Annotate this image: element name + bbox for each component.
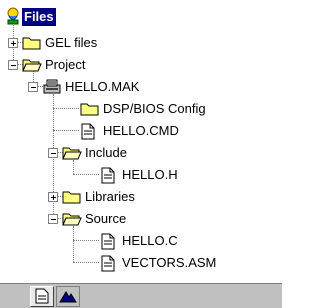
project-file-icon xyxy=(42,79,62,98)
tree-item-label: Include xyxy=(85,145,127,160)
view-tab-bar xyxy=(0,283,282,308)
tree-item-hello-c[interactable]: HELLO.C xyxy=(0,232,240,254)
tree-item-hello-cmd[interactable]: HELLO.CMD xyxy=(0,122,240,144)
collapse-toggle[interactable] xyxy=(8,60,18,70)
tree-item-project[interactable]: Project xyxy=(0,56,200,78)
file-view-tab-icon xyxy=(35,288,49,307)
folder-icon xyxy=(62,189,82,208)
tree-item-include[interactable]: Include xyxy=(0,144,220,166)
tree-item-vectors-asm[interactable]: VECTORS.ASM xyxy=(0,254,282,276)
tree-item-label: HELLO.H xyxy=(122,167,178,182)
document-icon xyxy=(100,233,116,253)
document-icon xyxy=(80,123,96,143)
folder-open-icon xyxy=(62,145,82,164)
tab-bookmark-view[interactable] xyxy=(56,286,80,307)
expand-toggle[interactable] xyxy=(8,38,18,48)
expand-toggle[interactable] xyxy=(48,192,58,202)
tree-item-label: Project xyxy=(45,57,86,72)
tree-item-label: Source xyxy=(85,211,127,226)
tree-item-label: DSP/BIOS Config xyxy=(103,101,206,116)
bookmark-view-tab-icon xyxy=(59,289,77,307)
document-icon xyxy=(100,167,116,187)
collapse-toggle[interactable] xyxy=(48,214,58,224)
project-tree: Files GEL files Project HELLO.MAK DSP/BI… xyxy=(0,0,282,283)
tree-item-label: Files xyxy=(22,8,56,26)
folder-icon xyxy=(80,101,100,120)
collapse-toggle[interactable] xyxy=(28,82,38,92)
folder-open-icon xyxy=(62,211,82,230)
tree-item-label: GEL files xyxy=(45,35,98,50)
tree-item-libraries[interactable]: Libraries xyxy=(0,188,220,210)
tree-item-label: HELLO.CMD xyxy=(103,123,179,138)
tree-item-label: Libraries xyxy=(85,189,135,204)
tree-item-label: VECTORS.ASM xyxy=(122,255,217,270)
tree-item-label: HELLO.MAK xyxy=(65,79,140,94)
collapse-toggle[interactable] xyxy=(48,148,58,158)
tree-item-files[interactable]: Files xyxy=(0,7,140,30)
tree-item-hello-h[interactable]: HELLO.H xyxy=(0,166,240,188)
tree-item-hello-mak[interactable]: HELLO.MAK xyxy=(0,78,220,100)
tree-item-label: HELLO.C xyxy=(122,233,178,248)
document-icon xyxy=(100,255,116,275)
tree-item-gel-files[interactable]: GEL files xyxy=(0,34,200,56)
tree-item-dspbios-config[interactable]: DSP/BIOS Config xyxy=(0,100,282,122)
folder-open-icon xyxy=(22,57,42,76)
files-root-icon xyxy=(5,7,21,28)
tab-file-view[interactable] xyxy=(30,286,54,307)
tree-item-source[interactable]: Source xyxy=(0,210,220,232)
folder-icon xyxy=(22,35,42,54)
